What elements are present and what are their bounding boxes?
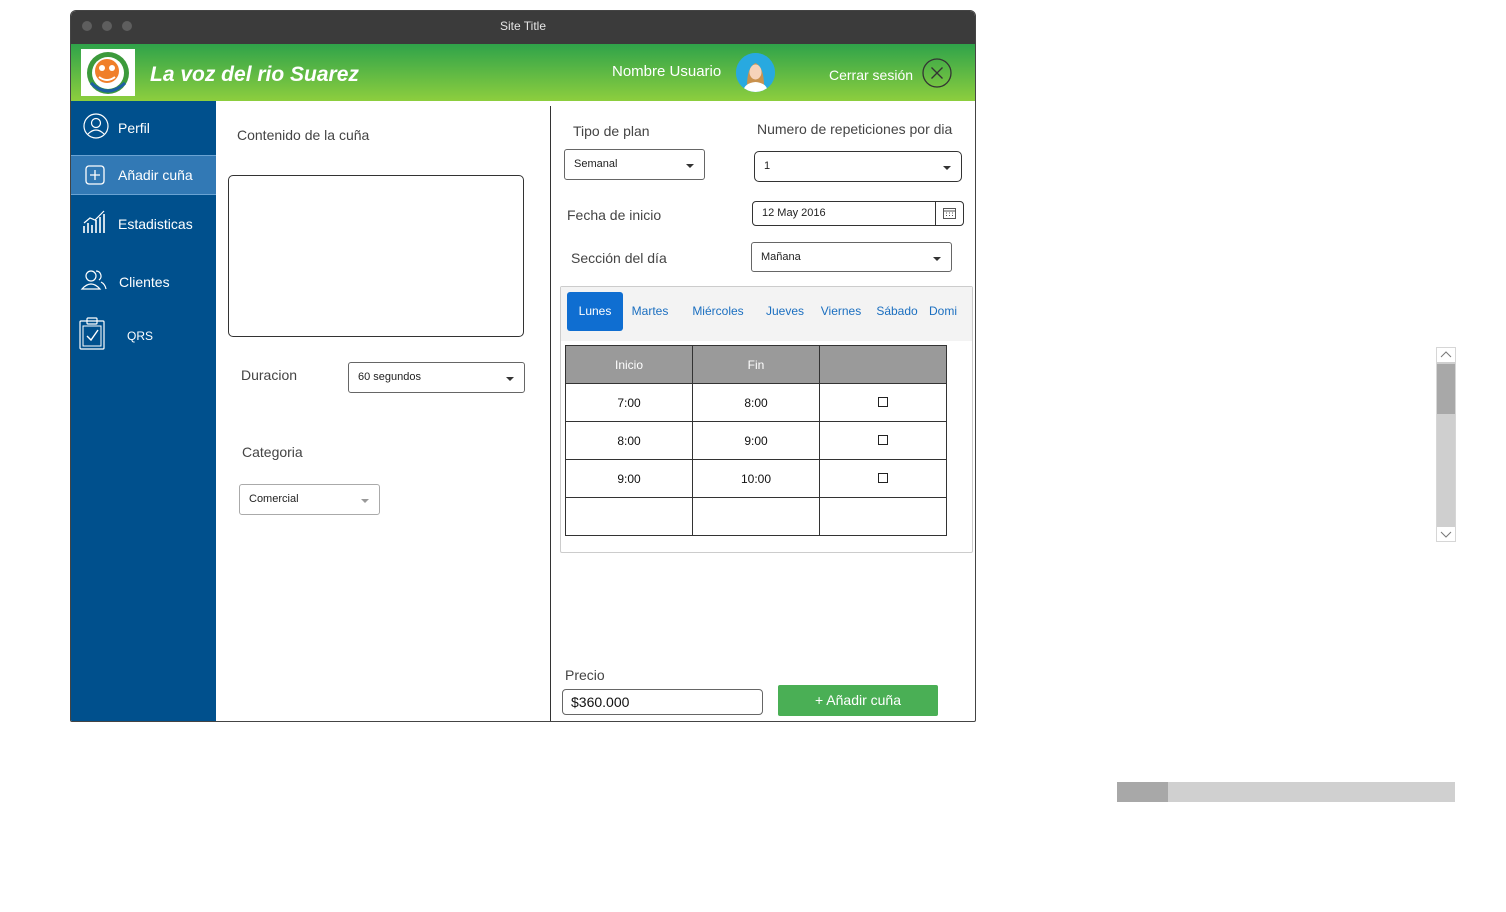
horizontal-scrollbar[interactable] (1117, 782, 1455, 802)
tab-domingo[interactable]: Domi (925, 292, 961, 331)
tab-viernes[interactable]: Viernes (815, 292, 867, 331)
select-cell (819, 497, 947, 536)
repetitions-select[interactable]: 1 (754, 151, 962, 182)
table-row: 9:00 10:00 (565, 459, 947, 498)
date-divider (935, 202, 936, 225)
sidebar: Perfil Añadir cuña Estadisticas Clientes… (71, 101, 216, 721)
end-cell: 9:00 (692, 421, 820, 460)
user-avatar[interactable] (736, 53, 775, 92)
chevron-down-icon (943, 166, 951, 170)
browser-window: Site Title La voz del rio Suarez Nombre … (70, 10, 976, 722)
plan-type-value: Semanal (574, 158, 618, 170)
app-header: La voz del rio Suarez Nombre Usuario Cer… (71, 44, 975, 101)
select-cell (819, 459, 947, 498)
tab-martes[interactable]: Martes (624, 292, 676, 331)
column-divider (550, 106, 551, 721)
table-row: 7:00 8:00 (565, 383, 947, 422)
row-checkbox[interactable] (878, 472, 888, 483)
start-cell (565, 497, 693, 536)
duration-select[interactable]: 60 segundos (348, 362, 525, 393)
sidebar-item-label: Clientes (119, 274, 170, 290)
category-select[interactable]: Comercial (239, 484, 380, 515)
price-input[interactable]: $360.000 (562, 689, 763, 715)
repetitions-value: 1 (764, 160, 771, 172)
row-checkbox[interactable] (878, 434, 888, 445)
scroll-down-button[interactable] (1437, 527, 1455, 541)
sidebar-item-qrs[interactable]: QRS (71, 315, 216, 355)
add-cuna-button[interactable]: + Añadir cuña (778, 685, 938, 716)
chevron-down-icon (506, 377, 514, 381)
day-section-label: Sección del día (571, 250, 667, 266)
sidebar-item-label: Estadisticas (118, 216, 193, 232)
window-title: Site Title (499, 19, 547, 33)
chevron-down-icon (686, 164, 694, 168)
vertical-scrollbar[interactable] (1436, 347, 1456, 542)
sidebar-item-label: Añadir cuña (118, 167, 193, 183)
sidebar-item-label: QRS (127, 329, 154, 343)
day-section-value: Mañana (761, 251, 801, 263)
price-label: Precio (565, 667, 605, 683)
users-icon (80, 267, 108, 298)
start-cell: 7:00 (565, 383, 693, 422)
site-logo (81, 49, 135, 96)
sidebar-item-perfil[interactable]: Perfil (71, 109, 216, 147)
days-tab-bar: Lunes Martes Miércoles Jueves Viernes Sá… (561, 287, 972, 341)
content-textarea[interactable] (228, 175, 524, 337)
start-cell: 9:00 (565, 459, 693, 498)
chart-icon (82, 209, 106, 240)
user-icon (83, 113, 109, 144)
repetitions-label: Numero de repeticiones por dia (757, 121, 953, 137)
select-cell (819, 383, 947, 422)
scroll-up-button[interactable] (1437, 348, 1455, 362)
plus-square-icon (85, 165, 105, 190)
logout-link[interactable]: Cerrar sesión (829, 67, 913, 83)
site-name: La voz del rio Suarez (150, 63, 359, 86)
content-label: Contenido de la cuña (237, 127, 370, 143)
schedule-table: Inicio Fin 7:00 8:00 8:00 9:00 9:00 10:0… (565, 345, 947, 536)
sidebar-item-clientes[interactable]: Clientes (71, 263, 216, 301)
chevron-down-icon (361, 499, 369, 503)
category-value: Comercial (249, 493, 299, 505)
plan-type-select[interactable]: Semanal (564, 149, 705, 180)
close-circle-icon[interactable] (922, 58, 952, 88)
category-label: Categoria (242, 444, 303, 460)
row-checkbox[interactable] (878, 396, 888, 407)
sidebar-item-estadisticas[interactable]: Estadisticas (71, 205, 216, 243)
end-cell (692, 497, 820, 536)
chevron-up-icon (1440, 351, 1452, 358)
table-header-row: Inicio Fin (565, 345, 947, 384)
duration-label: Duracion (241, 367, 298, 383)
column-header-fin: Fin (692, 345, 820, 384)
end-cell: 10:00 (692, 459, 820, 498)
start-date-label: Fecha de inicio (567, 207, 662, 223)
table-row: 8:00 9:00 (565, 421, 947, 460)
column-header-select (819, 345, 947, 384)
tab-miercoles[interactable]: Miércoles (685, 292, 751, 331)
days-tab-panel: Lunes Martes Miércoles Jueves Viernes Sá… (560, 286, 973, 553)
title-bar: Site Title (71, 11, 975, 44)
clipboard-check-icon (78, 317, 106, 356)
start-cell: 8:00 (565, 421, 693, 460)
calendar-icon[interactable] (943, 207, 956, 222)
start-date-value: 12 May 2016 (762, 207, 826, 219)
table-row (565, 497, 947, 536)
duration-value: 60 segundos (358, 371, 421, 383)
day-section-select[interactable]: Mañana (751, 242, 952, 272)
end-cell: 8:00 (692, 383, 820, 422)
plan-type-label: Tipo de plan (573, 123, 650, 139)
sidebar-item-anadir-cuna[interactable]: Añadir cuña (71, 155, 216, 195)
column-header-inicio: Inicio (565, 345, 693, 384)
select-cell (819, 421, 947, 460)
user-name[interactable]: Nombre Usuario (612, 63, 721, 80)
start-date-input[interactable]: 12 May 2016 (752, 201, 964, 226)
scroll-thumb[interactable] (1117, 782, 1168, 802)
chevron-down-icon (933, 257, 941, 261)
tab-jueves[interactable]: Jueves (759, 292, 811, 331)
tab-sabado[interactable]: Sábado (871, 292, 923, 331)
chevron-down-icon (1440, 531, 1452, 538)
scroll-thumb[interactable] (1437, 364, 1455, 414)
tab-lunes[interactable]: Lunes (567, 292, 623, 331)
sidebar-item-label: Perfil (118, 120, 150, 136)
